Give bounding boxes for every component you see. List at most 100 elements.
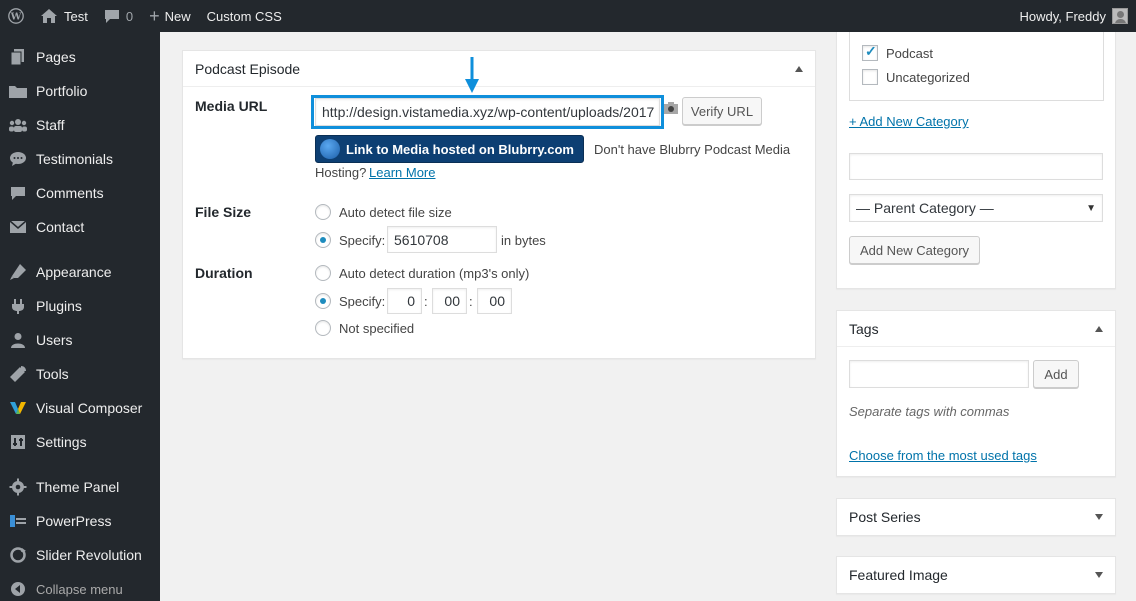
- post-series-expand-caret-icon[interactable]: [1095, 514, 1103, 520]
- featured-image-expand-caret-icon[interactable]: [1095, 572, 1103, 578]
- add-new-category-link[interactable]: + Add New Category: [849, 114, 969, 129]
- tags-header[interactable]: Tags: [837, 311, 1115, 347]
- site-name-link[interactable]: Test: [32, 0, 96, 32]
- category-uncategorized-label: Uncategorized: [886, 70, 970, 85]
- tools-icon: [0, 365, 36, 383]
- wordpress-logo-icon[interactable]: W: [0, 0, 32, 32]
- svg-text:W: W: [10, 12, 22, 23]
- not-specified-label: Not specified: [339, 321, 415, 336]
- powerpress-icon: [0, 514, 36, 528]
- media-url-input[interactable]: http://design.vistamedia.xyz/wp-content/…: [315, 98, 660, 126]
- theme-panel-icon: [0, 478, 36, 496]
- post-series-header[interactable]: Post Series: [837, 499, 1115, 535]
- slider-revolution-icon: [0, 546, 36, 564]
- duration-colon-2: :: [469, 294, 473, 309]
- home-icon: [40, 8, 58, 24]
- specify-size-radio[interactable]: [315, 232, 331, 248]
- sidebar-item-testimonials[interactable]: Testimonials: [0, 142, 160, 176]
- sidebar-item-contact[interactable]: Contact: [0, 210, 160, 244]
- auto-detect-size-label: Auto detect file size: [339, 205, 452, 220]
- hosting-text-1: Don't have Blubrry Podcast Media: [594, 142, 791, 157]
- podcast-episode-title: Podcast Episode: [195, 60, 301, 77]
- sidebar-item-staff[interactable]: Staff: [0, 108, 160, 142]
- sidebar-item-comments[interactable]: Comments: [0, 176, 160, 210]
- blubrry-link-button[interactable]: Link to Media hosted on Blubrry.com: [315, 135, 584, 163]
- choose-most-used-tags-link[interactable]: Choose from the most used tags: [849, 448, 1037, 463]
- duration-seconds-input[interactable]: 00: [477, 288, 512, 314]
- not-specified-radio[interactable]: [315, 320, 331, 336]
- duration-colon-1: :: [424, 294, 428, 309]
- featured-image-header[interactable]: Featured Image: [837, 557, 1115, 593]
- staff-icon: [0, 117, 36, 133]
- sidebar-item-plugins[interactable]: Plugins: [0, 289, 160, 323]
- media-url-label: Media URL: [195, 98, 268, 114]
- category-podcast-checkbox[interactable]: [862, 43, 878, 61]
- auto-detect-size-radio[interactable]: [315, 204, 331, 220]
- sidebar-item-tools[interactable]: Tools: [0, 357, 160, 391]
- add-new-category-button[interactable]: Add New Category: [849, 236, 980, 264]
- custom-css-link[interactable]: Custom CSS: [199, 0, 290, 32]
- settings-icon: [0, 434, 36, 450]
- admin-sidebar: Pages Portfolio Staff Testimonials Comme…: [0, 32, 160, 601]
- comments-count: 0: [125, 8, 134, 24]
- site-name: Test: [64, 8, 88, 24]
- sidebar-item-pages[interactable]: Pages: [0, 40, 160, 74]
- add-tag-button[interactable]: Add: [1033, 360, 1079, 388]
- verify-url-button[interactable]: Verify URL: [682, 97, 762, 125]
- post-series-box: Post Series: [836, 498, 1116, 536]
- testimonials-icon: [0, 151, 36, 167]
- sidebar-item-theme-panel[interactable]: Theme Panel: [0, 470, 160, 504]
- duration-label: Duration: [195, 265, 253, 281]
- sidebar-item-slider-revolution[interactable]: Slider Revolution: [0, 538, 160, 572]
- user-account-menu[interactable]: Howdy, Freddy: [1012, 0, 1136, 32]
- plugins-icon: [0, 297, 36, 315]
- visual-composer-icon: [0, 400, 36, 416]
- howdy-text: Howdy, Freddy: [1019, 8, 1106, 24]
- category-uncategorized-checkbox[interactable]: [862, 69, 878, 85]
- new-category-input[interactable]: [849, 153, 1103, 180]
- collapse-arrow-icon: [0, 581, 36, 597]
- portfolio-icon: [0, 83, 36, 99]
- learn-more-link[interactable]: Learn More: [369, 165, 435, 180]
- admin-bar: W Test 0 + New Custom CSS Howdy, Freddy: [0, 0, 1136, 32]
- hosting-text-2: Hosting?: [315, 165, 367, 180]
- duration-minutes-input[interactable]: 00: [432, 288, 467, 314]
- sidebar-item-visual-composer[interactable]: Visual Composer: [0, 391, 160, 425]
- sidebar-item-portfolio[interactable]: Portfolio: [0, 74, 160, 108]
- plus-icon: +: [149, 6, 160, 26]
- sidebar-item-powerpress[interactable]: PowerPress: [0, 504, 160, 538]
- collapse-caret-icon[interactable]: [795, 65, 803, 72]
- new-content-link[interactable]: + New: [141, 0, 199, 32]
- tags-title: Tags: [849, 320, 879, 337]
- comment-bubble-icon: [104, 9, 120, 24]
- folder-icon[interactable]: [663, 101, 679, 118]
- users-icon: [0, 332, 36, 348]
- pages-icon: [0, 48, 36, 66]
- parent-category-select[interactable]: — Parent Category — ▼: [849, 194, 1103, 222]
- podcast-episode-header[interactable]: Podcast Episode: [183, 51, 815, 87]
- comments-link[interactable]: 0: [96, 0, 141, 32]
- specify-size-label: Specify:: [339, 233, 386, 248]
- collapse-menu-button[interactable]: Collapse menu: [0, 572, 160, 601]
- blubrry-globe-icon: [320, 139, 340, 159]
- tags-hint: Separate tags with commas: [849, 404, 1010, 419]
- auto-detect-duration-radio[interactable]: [315, 265, 331, 281]
- featured-image-title: Featured Image: [849, 567, 948, 583]
- category-podcast-label: Podcast: [886, 46, 933, 61]
- duration-hours-input[interactable]: 0: [387, 288, 422, 314]
- specify-duration-label: Specify:: [339, 294, 386, 309]
- sidebar-item-settings[interactable]: Settings: [0, 425, 160, 459]
- tags-collapse-caret-icon[interactable]: [1095, 325, 1103, 332]
- file-size-input[interactable]: 5610708: [387, 226, 497, 253]
- down-arrow-icon: [465, 57, 479, 93]
- contact-icon: [0, 220, 36, 234]
- sidebar-item-users[interactable]: Users: [0, 323, 160, 357]
- category-checklist: [849, 32, 1104, 101]
- auto-detect-duration-label: Auto detect duration (mp3's only): [339, 266, 530, 281]
- sidebar-item-appearance[interactable]: Appearance: [0, 255, 160, 289]
- featured-image-box: Featured Image: [836, 556, 1116, 594]
- comments-icon: [0, 186, 36, 201]
- specify-duration-radio[interactable]: [315, 293, 331, 309]
- file-size-label: File Size: [195, 204, 252, 220]
- tags-input[interactable]: [849, 360, 1029, 388]
